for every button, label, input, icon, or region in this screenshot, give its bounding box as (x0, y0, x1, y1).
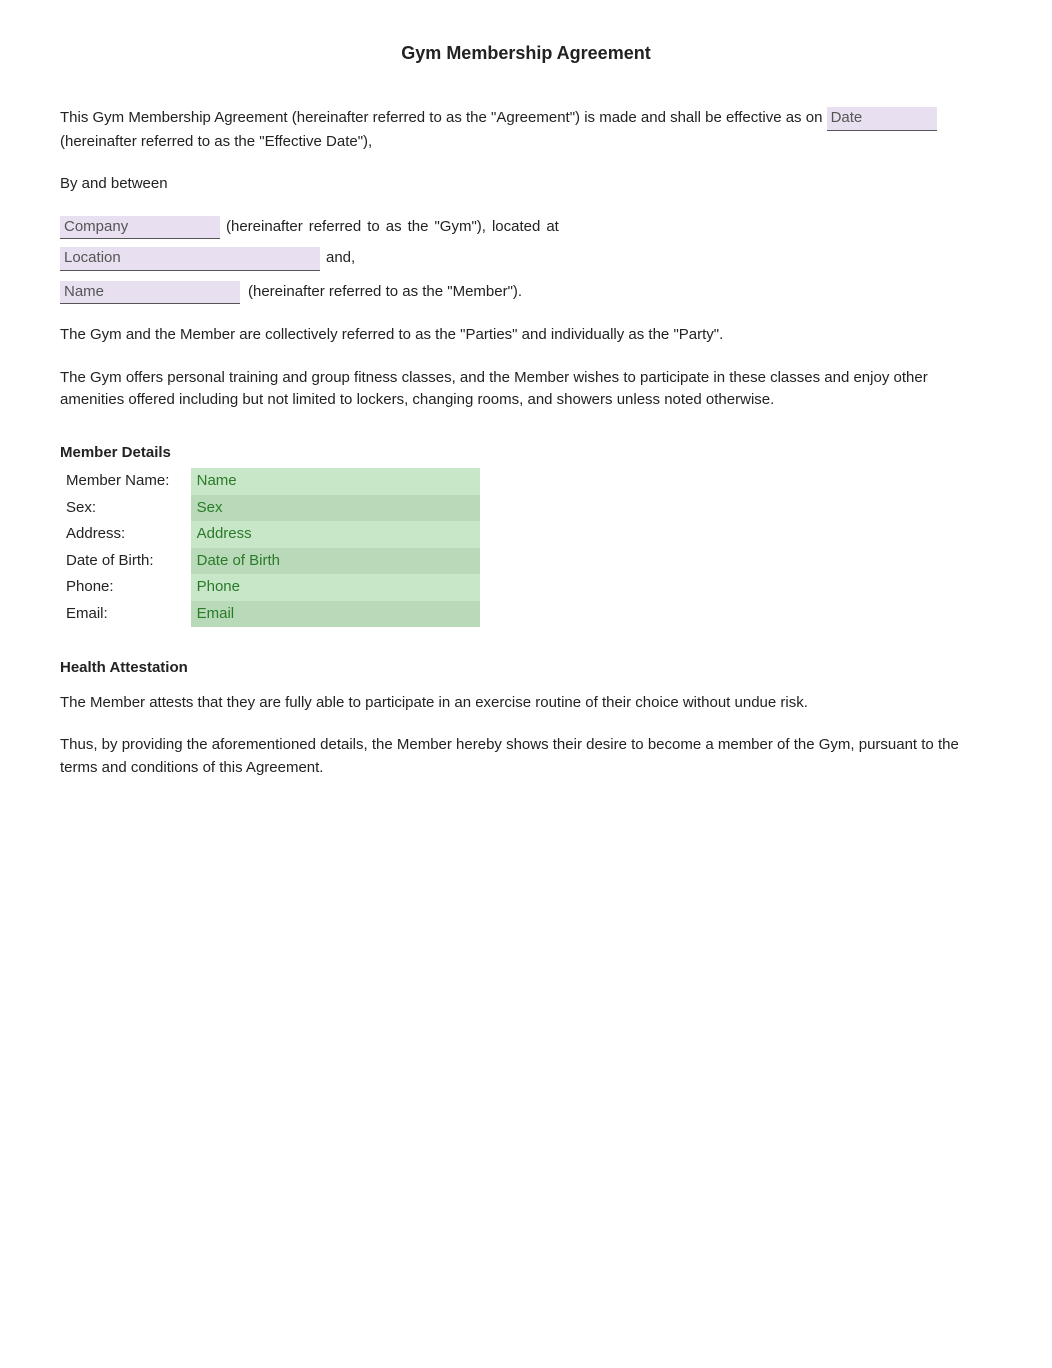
member-details-title: Member Details (60, 442, 992, 465)
company-text-3: to (367, 216, 380, 239)
intro-paragraph: This Gym Membership Agreement (hereinaft… (60, 107, 992, 153)
company-text-4: as (386, 216, 402, 239)
field-label: Email: (60, 601, 191, 628)
by-and-between-text: By and between (60, 173, 992, 196)
location-and-text: and, (326, 247, 355, 270)
location-row: Location and, (60, 247, 992, 271)
table-row: Member Name:Name (60, 468, 480, 495)
company-text-2: referred (309, 216, 362, 239)
intro-text-1: This Gym Membership Agreement (hereinaft… (60, 109, 822, 126)
field-label: Member Name: (60, 468, 191, 495)
member-name-inline-field[interactable]: Name (60, 281, 240, 305)
company-field[interactable]: Company (60, 216, 220, 240)
table-row: Phone:Phone (60, 574, 480, 601)
health-attestation-title: Health Attestation (60, 657, 992, 680)
health-attestation-section: Health Attestation The Member attests th… (60, 657, 992, 779)
company-row: Company (hereinafter referred to as the … (60, 216, 992, 240)
field-value[interactable]: Email (191, 601, 480, 628)
field-label: Date of Birth: (60, 548, 191, 575)
field-value[interactable]: Phone (191, 574, 480, 601)
company-text-6: "Gym"), (434, 216, 485, 239)
location-field[interactable]: Location (60, 247, 320, 271)
member-details-section: Member Details Member Name:NameSex:SexAd… (60, 442, 992, 628)
company-text-1: (hereinafter (226, 216, 303, 239)
company-text-7: located (492, 216, 540, 239)
table-row: Date of Birth:Date of Birth (60, 548, 480, 575)
company-text-5: the (408, 216, 429, 239)
company-text-8: at (546, 216, 559, 239)
table-row: Email:Email (60, 601, 480, 628)
field-label: Phone: (60, 574, 191, 601)
field-value[interactable]: Date of Birth (191, 548, 480, 575)
table-row: Sex:Sex (60, 495, 480, 522)
member-details-table: Member Name:NameSex:SexAddress:AddressDa… (60, 468, 480, 627)
field-label: Address: (60, 521, 191, 548)
member-name-text: (hereinafter referred to as the "Member"… (248, 281, 522, 304)
page-title: Gym Membership Agreement (60, 40, 992, 67)
field-label: Sex: (60, 495, 191, 522)
health-paragraph: The Member attests that they are fully a… (60, 692, 992, 715)
field-value[interactable]: Sex (191, 495, 480, 522)
field-value[interactable]: Address (191, 521, 480, 548)
intro-text-2b: (hereinafter referred to as the "Effecti… (60, 133, 372, 150)
offers-paragraph: The Gym offers personal training and gro… (60, 367, 992, 412)
table-row: Address:Address (60, 521, 480, 548)
date-field[interactable]: Date (827, 107, 937, 131)
parties-paragraph: The Gym and the Member are collectively … (60, 324, 992, 347)
desire-paragraph: Thus, by providing the aforementioned de… (60, 734, 992, 779)
field-value[interactable]: Name (191, 468, 480, 495)
name-row: Name (hereinafter referred to as the "Me… (60, 281, 992, 305)
